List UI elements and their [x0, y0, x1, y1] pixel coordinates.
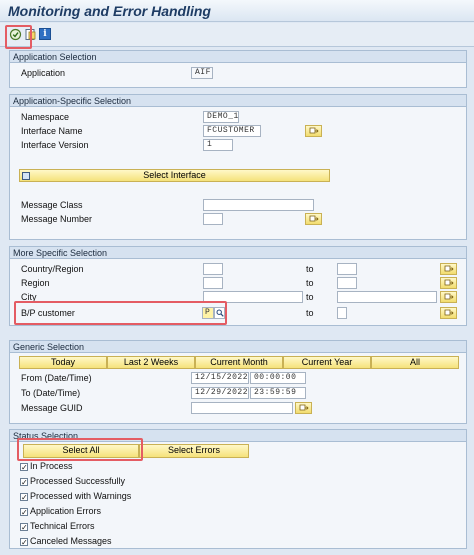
- namespace-field[interactable]: DEMO_1: [203, 111, 239, 123]
- in-process-label: In Process: [30, 461, 73, 471]
- city-to-field[interactable]: [337, 291, 437, 303]
- value-help-icon: [309, 127, 319, 134]
- checkbox-technical-errors[interactable]: ✓: [20, 523, 28, 532]
- multiple-selection-icon: [444, 265, 454, 272]
- highlight-execute: [5, 25, 32, 49]
- to-datetime-label: To (Date/Time): [21, 388, 81, 398]
- to-time-field[interactable]: 23:59:59: [250, 387, 306, 399]
- to-label: to: [306, 264, 314, 274]
- multiple-selection-icon: [299, 404, 309, 411]
- info-icon[interactable]: i: [38, 27, 52, 41]
- from-datetime-label: From (Date/Time): [21, 373, 92, 383]
- message-class-field[interactable]: [203, 199, 314, 211]
- interface-name-field[interactable]: FCUSTOMER: [203, 125, 261, 137]
- bp-multiple-selection-button[interactable]: [440, 307, 457, 319]
- canceled-messages-label: Canceled Messages: [30, 536, 112, 546]
- highlight-select-all: [17, 438, 143, 461]
- interface-icon: [22, 172, 30, 180]
- page-title: Monitoring and Error Handling: [8, 3, 211, 19]
- country-from-field[interactable]: [203, 263, 223, 275]
- guid-multiple-selection-button[interactable]: [295, 402, 312, 414]
- to-label: to: [306, 278, 314, 288]
- country-to-field[interactable]: [337, 263, 357, 275]
- technical-errors-label: Technical Errors: [30, 521, 95, 531]
- region-multiple-selection-button[interactable]: [440, 277, 457, 289]
- application-label: Application: [21, 68, 66, 78]
- interface-name-label: Interface Name: [21, 126, 83, 136]
- message-number-field[interactable]: [203, 213, 223, 225]
- message-class-label: Message Class: [21, 200, 83, 210]
- group-title: Generic Selection: [10, 341, 466, 353]
- value-help-icon: [309, 215, 319, 222]
- processed-successfully-label: Processed Successfully: [30, 476, 126, 486]
- interface-version-field[interactable]: 1: [203, 139, 233, 151]
- multiple-selection-icon: [444, 279, 454, 286]
- application-errors-label: Application Errors: [30, 506, 102, 516]
- checkbox-in-process[interactable]: ✓: [20, 463, 28, 472]
- checkbox-processed-successfully[interactable]: ✓: [20, 478, 28, 487]
- select-errors-button[interactable]: Select Errors: [139, 444, 249, 458]
- multiple-selection-icon: [444, 309, 454, 316]
- to-label: to: [306, 308, 314, 318]
- info-icon-glyph: i: [43, 29, 47, 39]
- city-multiple-selection-button[interactable]: [440, 291, 457, 303]
- group-title: Application-Specific Selection: [10, 95, 466, 107]
- message-guid-field[interactable]: [191, 402, 293, 414]
- group-title: More Specific Selection: [10, 247, 466, 259]
- group-application-specific: Application-Specific Selection Namespace…: [9, 94, 467, 240]
- title-bar: Monitoring and Error Handling: [0, 0, 474, 22]
- group-application-selection: Application Selection Application AIF: [9, 50, 467, 88]
- region-label: Region: [21, 278, 50, 288]
- message-guid-label: Message GUID: [21, 403, 83, 413]
- bp-customer-to-field[interactable]: [337, 307, 347, 319]
- toolbar: i: [0, 23, 474, 47]
- highlight-bp-customer: [14, 301, 227, 325]
- region-to-field[interactable]: [337, 277, 357, 289]
- all-button[interactable]: All: [371, 356, 459, 369]
- interface-value-help-button[interactable]: [305, 125, 322, 137]
- to-label: to: [306, 292, 314, 302]
- message-value-help-button[interactable]: [305, 213, 322, 225]
- namespace-label: Namespace: [21, 112, 70, 122]
- interface-version-label: Interface Version: [21, 140, 89, 150]
- checkbox-application-errors[interactable]: ✓: [20, 508, 28, 517]
- message-number-label: Message Number: [21, 214, 93, 224]
- to-date-field[interactable]: 12/29/2022: [191, 387, 249, 399]
- multiple-selection-icon: [444, 293, 454, 300]
- today-button[interactable]: Today: [19, 356, 107, 369]
- checkbox-canceled-messages[interactable]: ✓: [20, 538, 28, 547]
- group-generic-selection: Generic Selection Today Last 2 Weeks Cur…: [9, 340, 467, 424]
- region-from-field[interactable]: [203, 277, 223, 289]
- current-year-button[interactable]: Current Year: [283, 356, 371, 369]
- country-multiple-selection-button[interactable]: [440, 263, 457, 275]
- checkbox-processed-with-warnings[interactable]: ✓: [20, 493, 28, 502]
- processed-with-warnings-label: Processed with Warnings: [30, 491, 132, 501]
- last-2-weeks-button[interactable]: Last 2 Weeks: [107, 356, 195, 369]
- current-month-button[interactable]: Current Month: [195, 356, 283, 369]
- country-label: Country/Region: [21, 264, 84, 274]
- from-time-field[interactable]: 00:00:00: [250, 372, 306, 384]
- group-title: Application Selection: [10, 51, 466, 63]
- select-interface-label: Select Interface: [143, 170, 206, 180]
- application-field[interactable]: AIF: [191, 67, 213, 79]
- select-interface-button[interactable]: Select Interface: [19, 169, 330, 182]
- from-date-field[interactable]: 12/15/2022: [191, 372, 249, 384]
